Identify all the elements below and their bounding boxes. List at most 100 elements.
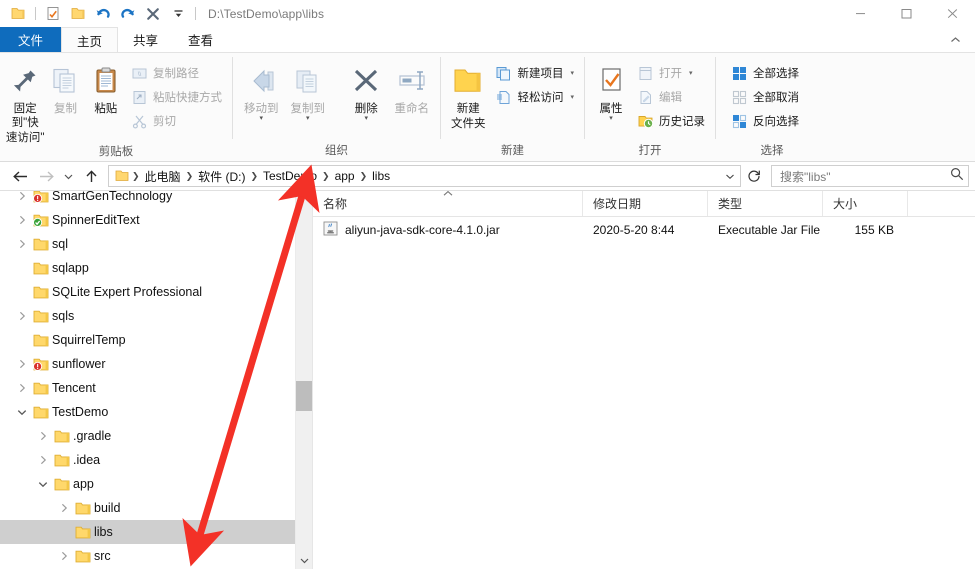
select-all-button[interactable]: 全部选择	[726, 62, 804, 84]
chevron-down-icon[interactable]	[35, 472, 51, 496]
ribbon-panel: 固定到"快 速访问" 复制 粘贴 \\ 复制路径 粘贴快捷方式 剪切 剪贴板 移…	[0, 52, 975, 162]
content-area: SmartGenTechnology SpinnerEditText sql sqla…	[0, 190, 975, 569]
nav-scrollbar[interactable]	[295, 191, 312, 569]
paste-button[interactable]: 粘贴	[86, 57, 126, 116]
tree-item-src[interactable]: src	[0, 544, 312, 568]
collapse-ribbon-button[interactable]	[943, 30, 967, 49]
breadcrumb-item-libs[interactable]: libs	[368, 167, 394, 186]
breadcrumb-item-drive-d[interactable]: 软件 (D:)	[194, 167, 249, 186]
search-input[interactable]: 搜索"libs"	[780, 168, 950, 185]
breadcrumb-separator[interactable]: ❯	[359, 171, 369, 182]
edit-button[interactable]: 编辑	[632, 86, 710, 108]
back-button[interactable]	[8, 164, 32, 188]
chevron-right-icon[interactable]	[14, 352, 30, 376]
breadcrumb-item-testdemo[interactable]: TestDemo	[259, 167, 321, 186]
chevron-right-icon[interactable]	[35, 424, 51, 448]
copy-button[interactable]: 复制	[45, 57, 85, 116]
new-folder-icon[interactable]	[67, 3, 89, 24]
history-button[interactable]: 历史记录	[632, 110, 710, 132]
properties-icon[interactable]	[42, 3, 64, 24]
tree-item-sunflower[interactable]: sunflower	[0, 352, 312, 376]
tree-item-sqlite-expert-professional[interactable]: SQLite Expert Professional	[0, 280, 312, 304]
new-item-button[interactable]: 新建项目 ▾	[490, 62, 579, 84]
redo-icon[interactable]	[117, 3, 139, 24]
paste-shortcut-button[interactable]: 粘贴快捷方式	[126, 86, 227, 108]
new-folder-button[interactable]: 新建 文件夹	[446, 57, 490, 131]
chevron-right-icon[interactable]	[14, 232, 30, 256]
undo-icon[interactable]	[92, 3, 114, 24]
up-button[interactable]	[79, 164, 103, 188]
copy-to-button[interactable]: 复制到 ▾	[284, 57, 330, 122]
tree-item-gradle[interactable]: .gradle	[0, 424, 312, 448]
pin-to-quick-access-button[interactable]: 固定到"快 速访问"	[5, 57, 45, 145]
forward-button[interactable]	[34, 164, 58, 188]
chevron-right-icon[interactable]	[35, 448, 51, 472]
chevron-right-icon[interactable]	[14, 376, 30, 400]
refresh-button[interactable]	[743, 165, 765, 187]
folder-icon	[30, 237, 52, 252]
tree-item-build[interactable]: build	[0, 496, 312, 520]
close-button[interactable]	[929, 0, 975, 27]
tree-item-spinneredittext[interactable]: SpinnerEditText	[0, 208, 312, 232]
open-button[interactable]: 打开 ▾	[632, 62, 710, 84]
search-box[interactable]: 搜索"libs"	[771, 165, 969, 187]
tree-item-libs[interactable]: libs	[0, 520, 312, 544]
breadcrumb-separator[interactable]: ❯	[321, 171, 331, 182]
tab-home[interactable]: 主页	[61, 27, 119, 52]
tree-item-sql[interactable]: sql	[0, 232, 312, 256]
tab-file[interactable]: 文件	[0, 27, 62, 52]
tab-share[interactable]: 共享	[118, 27, 173, 52]
scroll-up-arrow[interactable]	[296, 191, 312, 208]
column-header-大小[interactable]: 大小	[823, 191, 908, 216]
properties-button[interactable]: 属性 ▾	[590, 57, 632, 122]
easy-access-button[interactable]: 轻松访问 ▾	[490, 86, 579, 108]
chevron-down-icon[interactable]	[722, 172, 738, 181]
folder-icon	[30, 261, 52, 276]
breadcrumb-separator[interactable]: ❯	[131, 171, 141, 182]
customize-caret-icon[interactable]	[167, 3, 189, 24]
folder-icon[interactable]	[7, 3, 29, 24]
chevron-down-icon[interactable]	[14, 400, 30, 424]
tree-item-idea[interactable]: .idea	[0, 448, 312, 472]
tree-item-sqlapp[interactable]: sqlapp	[0, 256, 312, 280]
move-to-button[interactable]: 移动到 ▾	[238, 57, 284, 122]
chevron-right-icon[interactable]	[14, 191, 30, 208]
tab-view[interactable]: 查看	[173, 27, 228, 52]
file-row[interactable]: aliyun-java-sdk-core-4.1.0.jar 2020-5-20 …	[313, 217, 975, 243]
rename-button[interactable]: 重命名	[389, 57, 435, 116]
nav-scrollbar-thumb[interactable]	[296, 381, 312, 411]
new-item-caret-icon: ▾	[570, 70, 574, 77]
recent-locations-button[interactable]	[60, 164, 77, 188]
delete-button[interactable]: 删除 ▾	[344, 57, 389, 122]
breadcrumb-bar[interactable]: ❯ 此电脑 ❯ 软件 (D:) ❯ TestDemo ❯ app ❯ libs	[108, 165, 741, 187]
select-none-button[interactable]: 全部取消	[726, 86, 804, 108]
folder-error-icon	[30, 357, 52, 372]
tree-item-smartgentechnology[interactable]: SmartGenTechnology	[0, 191, 312, 208]
invert-selection-icon	[731, 113, 748, 130]
column-header-类型[interactable]: 类型	[708, 191, 823, 216]
search-icon[interactable]	[950, 167, 964, 186]
column-header-修改日期[interactable]: 修改日期	[583, 191, 708, 216]
maximize-button[interactable]	[883, 0, 929, 27]
invert-selection-button[interactable]: 反向选择	[726, 110, 804, 132]
copy-path-button[interactable]: \\ 复制路径	[126, 62, 227, 84]
chevron-right-icon[interactable]	[56, 544, 72, 568]
chevron-right-icon[interactable]	[56, 496, 72, 520]
breadcrumb-item-app[interactable]: app	[331, 167, 359, 186]
tree-item-squirreltemp[interactable]: SquirrelTemp	[0, 328, 312, 352]
tree-item-app[interactable]: app	[0, 472, 312, 496]
breadcrumb-separator[interactable]: ❯	[185, 171, 195, 182]
tree-item-sqls[interactable]: sqls	[0, 304, 312, 328]
tree-item-testdemo[interactable]: TestDemo	[0, 400, 312, 424]
breadcrumb-separator[interactable]: ❯	[249, 171, 259, 182]
column-header-名称[interactable]: 名称	[313, 190, 583, 216]
scroll-down-arrow[interactable]	[296, 552, 312, 569]
minimize-button[interactable]	[837, 0, 883, 27]
delete-icon[interactable]	[142, 3, 164, 24]
cut-button[interactable]: 剪切	[126, 110, 227, 132]
chevron-right-icon[interactable]	[14, 208, 30, 232]
chevron-right-icon[interactable]	[14, 304, 30, 328]
tree-item-tencent[interactable]: Tencent	[0, 376, 312, 400]
breadcrumb-item-this-pc[interactable]: 此电脑	[141, 167, 185, 186]
sort-ascending-icon	[442, 190, 453, 199]
